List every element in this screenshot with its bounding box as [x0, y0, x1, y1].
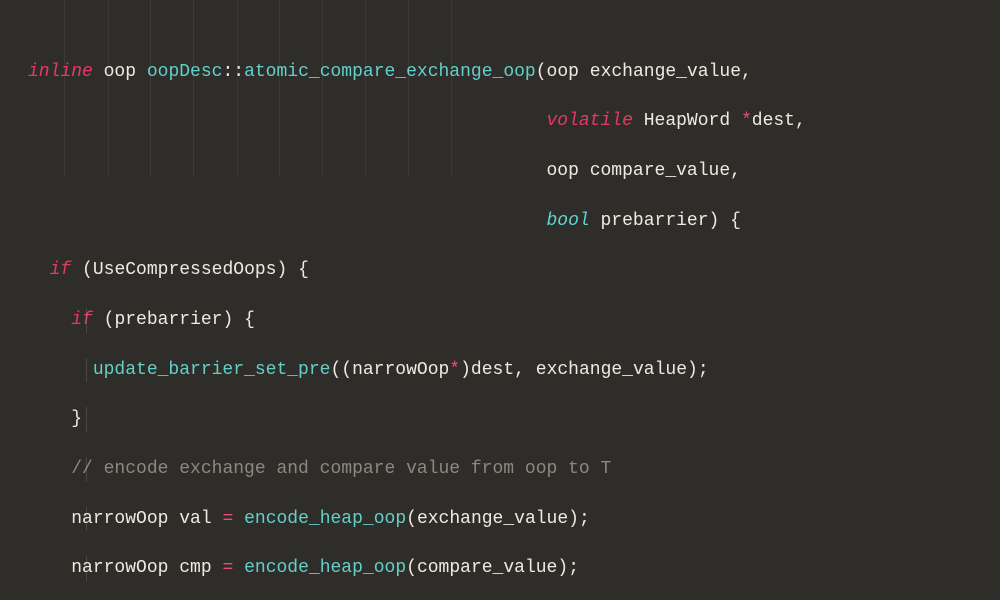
code-line-11: narrowOop cmp = encode_heap_oop(compare_… [28, 556, 986, 581]
code-line-10: narrowOop val = encode_heap_oop(exchange… [28, 507, 986, 532]
code-line-3: oop compare_value, [28, 159, 986, 184]
code-line-9: // encode exchange and compare value fro… [28, 457, 986, 482]
code-line-2: volatile HeapWord *dest, [28, 109, 986, 134]
code-line-8: } [28, 407, 986, 432]
code-line-4: bool prebarrier) { [28, 209, 986, 234]
code-block: inline oop oopDesc::atomic_compare_excha… [0, 0, 1000, 600]
indent-guides [0, 0, 1000, 176]
code-line-1: inline oop oopDesc::atomic_compare_excha… [28, 60, 986, 85]
code-line-7: update_barrier_set_pre((narrowOop*)dest,… [28, 358, 986, 383]
code-line-5: if (UseCompressedOops) { [28, 258, 986, 283]
code-line-6: if (prebarrier) { [28, 308, 986, 333]
